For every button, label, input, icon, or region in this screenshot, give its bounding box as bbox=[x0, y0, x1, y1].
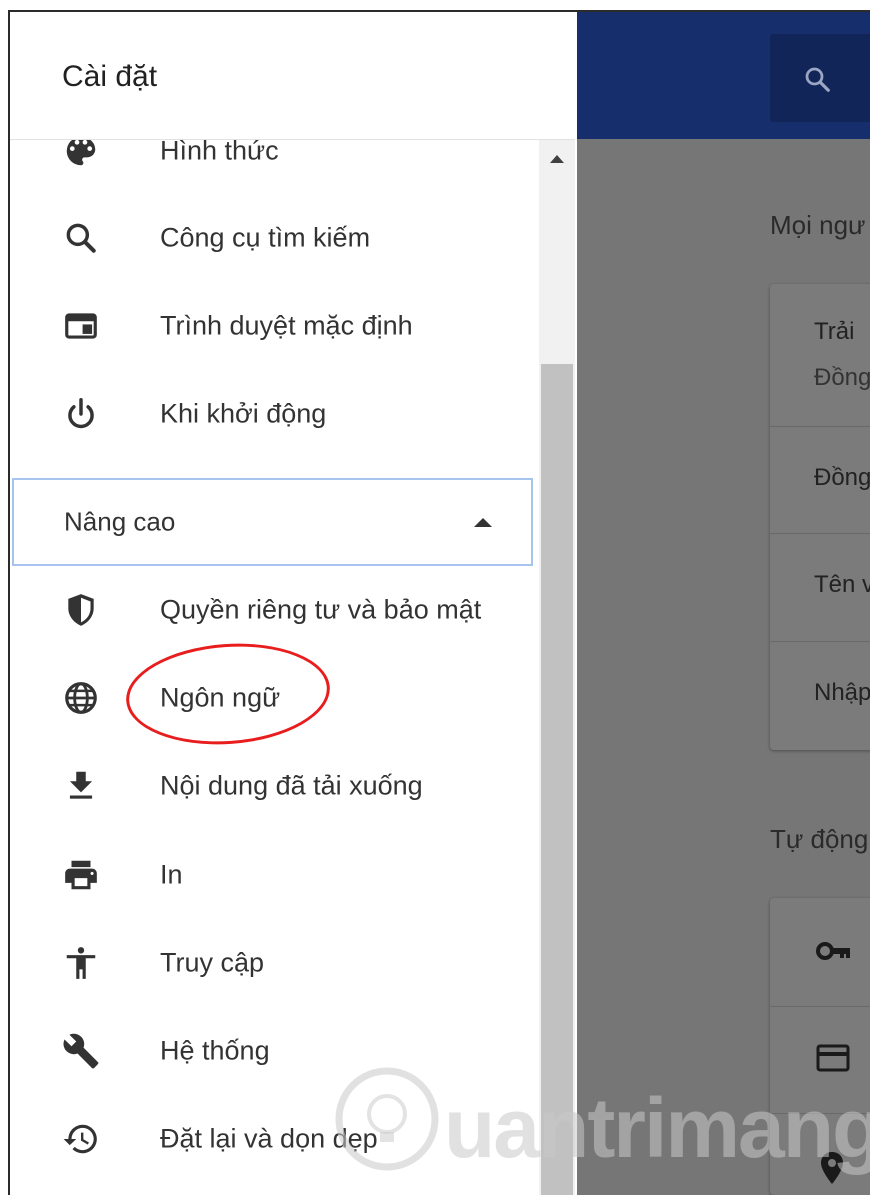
autofill-card bbox=[770, 898, 870, 1195]
wrench-icon bbox=[63, 1033, 99, 1069]
sidebar-item-label: Khi khởi động bbox=[160, 398, 327, 429]
sidebar-item-label: In bbox=[160, 859, 183, 890]
key-icon bbox=[816, 942, 850, 960]
card-row-label: Đồng bbox=[814, 464, 870, 491]
globe-icon bbox=[65, 682, 97, 714]
sidebar-item-label: Truy cập bbox=[160, 947, 265, 978]
credit-card-icon bbox=[816, 1044, 850, 1072]
sidebar-item-label: Công cụ tìm kiếm bbox=[160, 222, 371, 253]
browser-frame: Mọi ngư Trải Đồng Đồng Tên v Nhập Tự độn… bbox=[8, 10, 870, 1195]
card-row-subtitle: Đồng bbox=[814, 364, 870, 391]
sidebar-item-privacy[interactable]: Quyền riêng tư và bảo mật bbox=[10, 567, 539, 653]
card-row-title: Trải bbox=[814, 318, 855, 345]
card-row[interactable]: Đồng bbox=[770, 426, 870, 534]
card-row[interactable]: Tên v bbox=[770, 533, 870, 642]
download-icon bbox=[69, 771, 93, 799]
sidebar-item-label: Trình duyệt mặc định bbox=[160, 310, 413, 341]
scroll-thumb[interactable] bbox=[541, 364, 573, 1195]
search-icon bbox=[805, 67, 830, 92]
sidebar-header: Cài đặt bbox=[10, 12, 575, 140]
settings-sidebar: Cài đặt Hình thức Công cụ tìm kiếm Trình… bbox=[10, 12, 575, 1195]
page-title: Cài đặt bbox=[62, 60, 158, 93]
sidebar-item-label: Hệ thống bbox=[160, 1035, 270, 1066]
card-row-addresses[interactable] bbox=[770, 1113, 870, 1195]
card-row-label: Nhập bbox=[814, 679, 870, 706]
section-heading-people: Mọi ngư bbox=[770, 210, 866, 240]
restore-history-icon bbox=[63, 1124, 97, 1154]
card-row[interactable]: Nhập bbox=[770, 641, 870, 750]
search-icon bbox=[66, 223, 96, 253]
card-row-passwords[interactable] bbox=[770, 898, 870, 1007]
sidebar-item-reset[interactable]: Đặt lại và dọn dẹp bbox=[10, 1096, 539, 1182]
sidebar-item-label: Quyền riêng tư và bảo mật bbox=[160, 594, 482, 625]
sidebar-scrollbar[interactable] bbox=[539, 140, 575, 1195]
section-heading-autofill: Tự động bbox=[770, 824, 869, 854]
card-row[interactable]: Trải Đồng bbox=[770, 284, 870, 427]
accessibility-icon bbox=[66, 947, 96, 979]
sidebar-item-printing[interactable]: In bbox=[10, 832, 539, 918]
sidebar-item-label: Đặt lại và dọn dẹp bbox=[160, 1123, 378, 1154]
sidebar-item-downloads[interactable]: Nội dung đã tải xuống bbox=[10, 743, 539, 829]
search-button[interactable] bbox=[770, 34, 870, 122]
shield-icon bbox=[68, 594, 94, 626]
power-icon bbox=[68, 398, 94, 429]
settings-toolbar bbox=[577, 12, 870, 139]
card-row-label: Tên v bbox=[814, 571, 870, 598]
browser-window-icon bbox=[65, 313, 97, 339]
sidebar-item-default-browser[interactable]: Trình duyệt mặc định bbox=[10, 283, 539, 369]
advanced-label: Nâng cao bbox=[64, 506, 176, 537]
location-pin-icon bbox=[821, 1152, 843, 1184]
advanced-toggle[interactable]: Nâng cao bbox=[12, 478, 533, 566]
sidebar-item-search-engine[interactable]: Công cụ tìm kiếm bbox=[10, 195, 539, 281]
sidebar-item-label: Nội dung đã tải xuống bbox=[160, 770, 423, 801]
sidebar-item-system[interactable]: Hệ thống bbox=[10, 1008, 539, 1094]
sidebar-item-label: Hình thức bbox=[160, 135, 279, 166]
sidebar-item-accessibility[interactable]: Truy cập bbox=[10, 920, 539, 1006]
settings-main-area: Mọi ngư Trải Đồng Đồng Tên v Nhập Tự độn… bbox=[577, 12, 870, 1195]
people-card: Trải Đồng Đồng Tên v Nhập bbox=[770, 284, 870, 750]
card-row-payments[interactable] bbox=[770, 1006, 870, 1114]
printer-icon bbox=[65, 860, 97, 890]
sidebar-item-on-startup[interactable]: Khi khởi động bbox=[10, 371, 539, 457]
chevron-up-icon bbox=[474, 518, 492, 527]
scroll-up-arrow-icon[interactable] bbox=[550, 155, 564, 163]
